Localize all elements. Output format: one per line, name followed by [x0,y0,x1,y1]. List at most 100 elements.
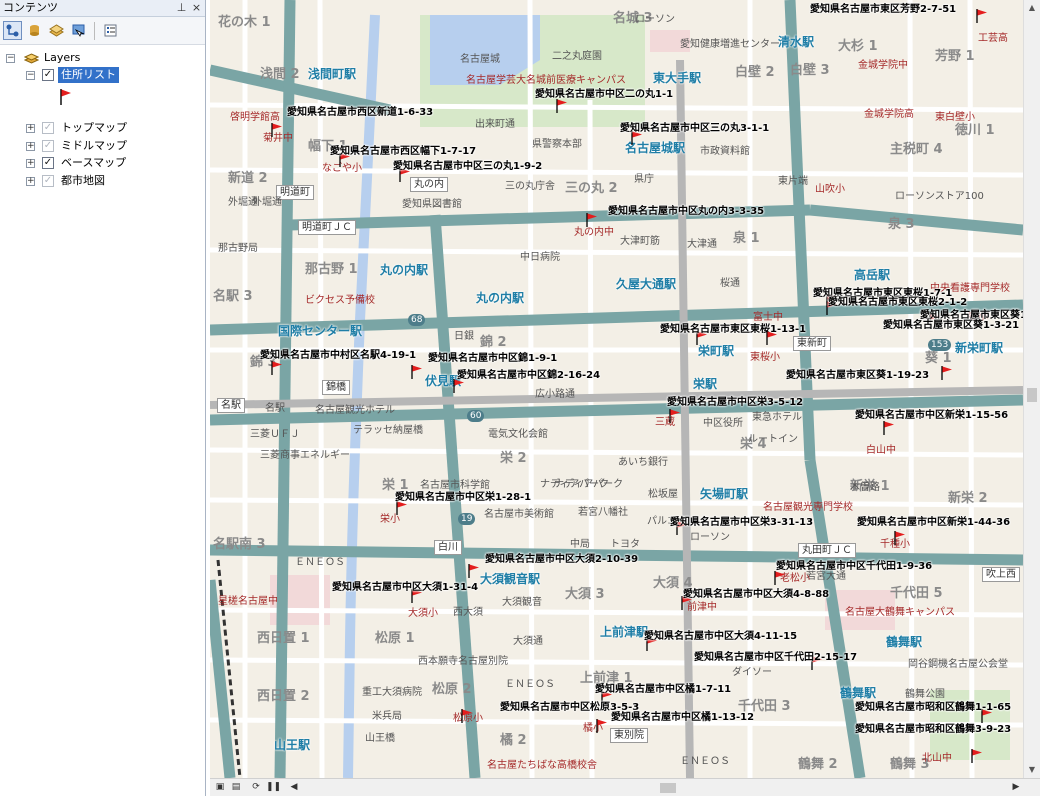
list-by-drawing-order-icon[interactable] [3,21,22,40]
close-icon[interactable]: × [190,1,203,15]
collapse-icon[interactable]: − [6,54,15,63]
address-label: 愛知県名古屋市東区東桜2-1-2 [828,297,968,308]
layer-row-top-map[interactable]: + ✓ トップマップ [26,120,196,136]
list-by-selection-icon[interactable] [69,21,88,40]
school-label: 星槎名古屋中 [218,596,278,607]
pin-icon[interactable]: ⊥ [175,1,188,15]
address-flag-icon[interactable] [882,420,896,436]
address-flag-icon[interactable] [410,364,424,380]
expand-icon[interactable]: + [26,159,35,168]
address-flag-icon[interactable] [893,530,907,546]
address-flag-icon[interactable] [595,718,609,734]
address-flag-icon[interactable] [270,360,284,376]
address-label: 愛知県名古屋市東区芳野2-7-51 [810,4,957,15]
expand-icon[interactable]: + [26,142,35,151]
address-flag-icon[interactable] [765,330,779,346]
station-label[interactable]: 東大手駅 [653,72,701,84]
address-flag-icon[interactable] [555,98,569,114]
pause-drawing-icon[interactable]: ❚❚ [266,781,281,793]
address-flag-icon[interactable] [467,563,481,579]
area-label: 白壁 3 [790,63,830,78]
address-flag-icon[interactable] [975,8,989,24]
station-label[interactable]: 矢場町駅 [700,488,748,500]
area-label: 新栄 2 [948,491,988,506]
station-label[interactable]: 浅間町駅 [308,68,356,80]
area-label: 栄 2 [500,451,527,466]
layer-label[interactable]: ベースマップ [61,155,126,171]
address-flag-icon[interactable] [668,408,682,424]
list-by-source-icon[interactable] [25,21,44,40]
expand-icon[interactable]: + [26,124,35,133]
scroll-up-icon[interactable]: ▲ [1024,0,1040,16]
address-flag-icon[interactable] [773,570,787,586]
layout-view-icon[interactable]: ▤ [230,781,242,793]
data-view-icon[interactable]: ▣ [214,781,226,793]
layer-visibility-checkbox[interactable]: ✓ [42,157,54,169]
station-label[interactable]: 大須観音駅 [480,573,540,585]
place-label: 中日病院 [520,252,560,263]
place-label: 三菱商事エネルギー [260,450,350,461]
place-label: 県警察本部 [532,139,582,150]
layer-row-address-list[interactable]: − ✓ 住所リスト [26,67,196,83]
station-label[interactable]: 栄駅 [693,378,717,390]
station-label[interactable]: 国際センター駅 [278,325,362,337]
area-label: 那古野 1 [305,262,358,277]
refresh-icon[interactable]: ⟳ [250,781,262,793]
junction-label: 名駅 [217,398,245,413]
collapse-icon[interactable]: − [26,71,35,80]
place-label: 三の丸庁舎 [505,181,555,192]
scroll-right-icon[interactable]: ▶ [1010,781,1022,793]
tree-root-row[interactable]: − Layers [6,50,196,66]
layer-row-base-map[interactable]: + ✓ ベースマップ [26,155,196,171]
layer-label[interactable]: トップマップ [61,120,127,136]
layer-visibility-checkbox[interactable]: ✓ [42,69,54,81]
station-label[interactable]: 高岳駅 [854,269,890,281]
layer-visibility-checkbox[interactable]: ✓ [42,122,54,134]
address-label: 愛知県名古屋市東区葵1-3-21 [883,320,1020,331]
layer-label[interactable]: ミドルマップ [61,138,127,154]
options-icon[interactable] [101,21,120,40]
area-label: 徳川 1 [955,123,995,138]
panel-title-bar: コンテンツ ⊥ × [0,0,205,17]
station-label[interactable]: 鶴舞駅 [886,636,922,648]
map-view[interactable]: 明道町 明道町ＪＣ 丸の内 名駅 錦橋 東新町 白川 丸田町ＪＣ 吹上西 東別院… [210,0,1023,778]
layer-label[interactable]: 都市地図 [61,173,105,189]
address-flag-icon[interactable] [940,365,954,381]
address-label: 愛知県名古屋市中区大須2-10-39 [485,554,639,565]
station-label[interactable]: 上前津駅 [600,626,648,638]
address-flag-icon[interactable] [585,212,599,228]
scroll-thumb[interactable] [1027,388,1037,402]
address-flag-icon[interactable] [460,708,474,724]
junction-label: 白川 [434,540,462,555]
station-label[interactable]: 新栄町駅 [955,342,1003,354]
station-label[interactable]: 久屋大通駅 [616,278,676,290]
school-label: 名古屋たちばな高橋校舎 [487,760,597,771]
layer-row-city-map[interactable]: + ✓ 都市地図 [26,173,196,189]
scroll-left-icon[interactable]: ◀ [288,781,300,793]
address-label: 愛知県名古屋市中区千代田2-15-17 [694,652,858,663]
expand-icon[interactable]: + [26,177,35,186]
vertical-scrollbar[interactable]: ▲ ▼ [1023,0,1040,778]
station-label[interactable]: 山王駅 [274,739,310,751]
panel-title: コンテンツ [3,1,58,14]
station-label[interactable]: 鶴舞駅 [840,687,876,699]
layer-visibility-checkbox[interactable]: ✓ [42,175,54,187]
layer-row-middle-map[interactable]: + ✓ ミドルマップ [26,138,196,154]
layer-label[interactable]: 住所リスト [58,67,119,83]
layer-visibility-checkbox[interactable]: ✓ [42,140,54,152]
station-label[interactable]: 栄町駅 [698,345,734,357]
address-flag-icon[interactable] [270,122,284,138]
scroll-down-icon[interactable]: ▼ [1024,762,1040,778]
address-flag-icon[interactable] [970,748,984,764]
area-label: 栄 1 [382,478,409,493]
horizontal-scroll-thumb[interactable] [660,783,676,793]
area-label: 新道 2 [228,171,268,186]
list-by-visibility-icon[interactable] [47,21,66,40]
station-label[interactable]: 清水駅 [778,36,814,48]
area-label: 大須 3 [565,587,605,602]
address-label: 愛知県名古屋市中区栄3-31-13 [670,517,814,528]
place-label: ローソン [635,14,675,25]
address-label: 愛知県名古屋市西区新道1-6-33 [287,107,434,118]
station-label[interactable]: 丸の内駅 [380,264,428,276]
station-label[interactable]: 丸の内駅 [476,292,524,304]
